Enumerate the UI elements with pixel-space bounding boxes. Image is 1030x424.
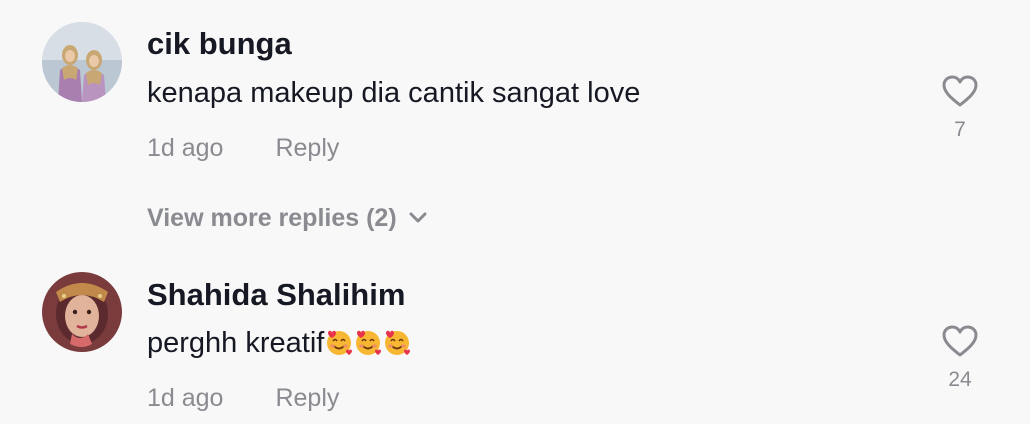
like-count: 7 <box>954 118 966 141</box>
view-more-replies-label: View more replies (2) <box>147 204 397 232</box>
like-button[interactable]: 7 <box>938 74 982 142</box>
avatar[interactable] <box>42 22 122 102</box>
chevron-down-icon <box>409 212 427 223</box>
comment-text-content: perghh kreatif <box>147 327 325 359</box>
smiling-face-with-hearts-icon <box>327 330 353 355</box>
smiling-face-with-hearts-icon <box>385 330 411 355</box>
heart-icon <box>942 75 978 107</box>
comment-timestamp: 1d ago <box>147 134 224 162</box>
comment-text: kenapa makeup dia cantik sangat love <box>147 77 641 109</box>
smiling-face-with-hearts-icon <box>356 330 382 355</box>
comment-meta: 1d ago Reply <box>147 384 339 413</box>
reply-button[interactable]: Reply <box>275 134 339 162</box>
user-photo-icon <box>42 22 122 102</box>
avatar[interactable] <box>42 272 122 352</box>
like-count: 24 <box>948 368 972 391</box>
comment-text: perghh kreatif <box>147 327 411 360</box>
heart-icon <box>942 325 978 357</box>
user-photo-icon <box>42 272 122 352</box>
comment-username[interactable]: cik bunga <box>147 26 292 62</box>
view-more-replies-button[interactable]: View more replies (2) <box>147 204 427 233</box>
comment-username[interactable]: Shahida Shalihim <box>147 277 405 313</box>
comment-meta: 1d ago Reply <box>147 134 339 163</box>
like-button[interactable]: 24 <box>938 324 982 392</box>
comment-timestamp: 1d ago <box>147 384 224 412</box>
reply-button[interactable]: Reply <box>275 384 339 412</box>
